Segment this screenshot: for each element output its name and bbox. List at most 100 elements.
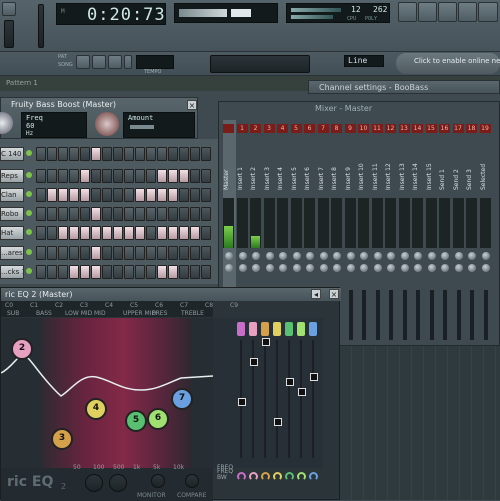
pan-knob[interactable] <box>441 252 449 260</box>
band-gain-slider[interactable] <box>276 340 278 458</box>
pan-knob[interactable] <box>306 252 314 260</box>
step-button[interactable] <box>102 207 112 221</box>
step-button[interactable] <box>91 265 101 279</box>
band-toggle-button[interactable] <box>309 322 317 336</box>
step-button[interactable] <box>168 265 178 279</box>
stereo-knob[interactable] <box>387 264 395 272</box>
volume-fader[interactable] <box>375 290 380 340</box>
band-gain-slider[interactable] <box>300 340 302 458</box>
amount-knob[interactable] <box>95 112 119 136</box>
step-button[interactable] <box>168 169 178 183</box>
step-button[interactable] <box>201 246 211 260</box>
channel-led[interactable] <box>26 249 32 255</box>
step-button[interactable] <box>80 169 90 183</box>
pan-knob[interactable] <box>387 252 395 260</box>
eq-band-handle[interactable]: 4 <box>85 398 107 420</box>
stereo-knob[interactable] <box>468 264 476 272</box>
step-button[interactable] <box>179 207 189 221</box>
stereo-knob[interactable] <box>373 264 382 272</box>
master-pitch-slider[interactable] <box>38 4 44 48</box>
step-button[interactable] <box>201 188 211 202</box>
step-button[interactable] <box>91 226 101 240</box>
main-volume-slider[interactable] <box>4 20 14 48</box>
step-button[interactable] <box>157 188 167 202</box>
step-button[interactable] <box>124 188 134 202</box>
mixer-strip[interactable]: 13 Insert 13 <box>398 120 412 342</box>
step-button[interactable] <box>113 147 123 161</box>
step-button[interactable] <box>201 147 211 161</box>
step-button[interactable] <box>168 188 178 202</box>
step-button[interactable] <box>179 188 189 202</box>
band-gain-handle[interactable] <box>262 338 270 346</box>
band-toggle-button[interactable] <box>237 322 245 336</box>
step-button[interactable] <box>168 246 178 260</box>
channel-led[interactable] <box>26 268 32 274</box>
step-button[interactable] <box>168 147 178 161</box>
channel-led[interactable] <box>26 229 32 235</box>
mixer-strip[interactable]: 17 Send 2 <box>452 120 466 342</box>
step-button[interactable] <box>124 265 134 279</box>
pan-knob[interactable] <box>400 252 409 260</box>
step-button[interactable] <box>190 147 200 161</box>
eq-band-handle[interactable]: 3 <box>51 428 73 450</box>
pan-knob[interactable] <box>427 252 436 260</box>
band-gain-slider[interactable] <box>288 340 290 458</box>
step-button[interactable] <box>190 265 200 279</box>
step-button[interactable] <box>179 169 189 183</box>
step-button[interactable] <box>91 147 101 161</box>
step-button[interactable] <box>69 226 79 240</box>
piano-roll-window-button[interactable] <box>438 2 457 22</box>
pan-knob[interactable] <box>292 252 301 260</box>
step-button[interactable] <box>113 207 123 221</box>
band-toggle-button[interactable] <box>297 322 305 336</box>
step-button[interactable] <box>157 169 167 183</box>
step-button[interactable] <box>168 226 178 240</box>
step-button[interactable] <box>80 265 90 279</box>
step-button[interactable] <box>190 188 200 202</box>
step-button[interactable] <box>201 265 211 279</box>
step-button[interactable] <box>135 188 145 202</box>
band-shape-knob[interactable] <box>237 472 246 481</box>
band-gain-handle[interactable] <box>310 373 318 381</box>
channel-button[interactable]: Robo <box>0 207 24 221</box>
pan-knob[interactable] <box>346 252 355 260</box>
step-button[interactable] <box>113 246 123 260</box>
volume-fader[interactable] <box>443 290 447 340</box>
step-button[interactable] <box>179 246 189 260</box>
eq-band-handle[interactable]: 2 <box>11 338 33 360</box>
stereo-knob[interactable] <box>252 264 260 272</box>
step-button[interactable] <box>179 265 189 279</box>
step-button[interactable] <box>47 169 57 183</box>
step-button[interactable] <box>36 226 46 240</box>
step-button[interactable] <box>113 265 123 279</box>
stop-button[interactable] <box>108 55 122 69</box>
band-toggle-button[interactable] <box>273 322 281 336</box>
playlist-grid[interactable] <box>340 346 500 500</box>
step-button[interactable] <box>146 169 156 183</box>
step-button[interactable] <box>157 226 167 240</box>
pan-knob[interactable] <box>333 252 341 260</box>
step-button[interactable] <box>69 207 79 221</box>
pan-knob[interactable] <box>414 252 422 260</box>
step-button[interactable] <box>179 147 189 161</box>
pan-knob[interactable] <box>279 252 287 260</box>
stereo-knob[interactable] <box>279 264 287 272</box>
pan-knob[interactable] <box>319 252 328 260</box>
step-button[interactable] <box>124 226 134 240</box>
playlist-window-button[interactable] <box>398 2 417 22</box>
volume-fader[interactable] <box>429 290 434 340</box>
step-button[interactable] <box>58 188 68 202</box>
step-button[interactable] <box>113 226 123 240</box>
volume-fader[interactable] <box>470 290 474 340</box>
pan-knob[interactable] <box>360 252 368 260</box>
step-button[interactable] <box>91 207 101 221</box>
mixer-window-button[interactable] <box>478 2 498 22</box>
mixer-strip[interactable]: 11 Insert 11 <box>371 120 385 342</box>
stereo-knob[interactable] <box>414 264 422 272</box>
mixer-strip[interactable]: 9 Insert 9 <box>344 120 358 342</box>
pan-knob[interactable] <box>252 252 260 260</box>
pan-knob[interactable] <box>373 252 382 260</box>
step-button[interactable] <box>102 246 112 260</box>
channel-button[interactable]: ...ares <box>0 246 24 260</box>
step-button[interactable] <box>102 147 112 161</box>
